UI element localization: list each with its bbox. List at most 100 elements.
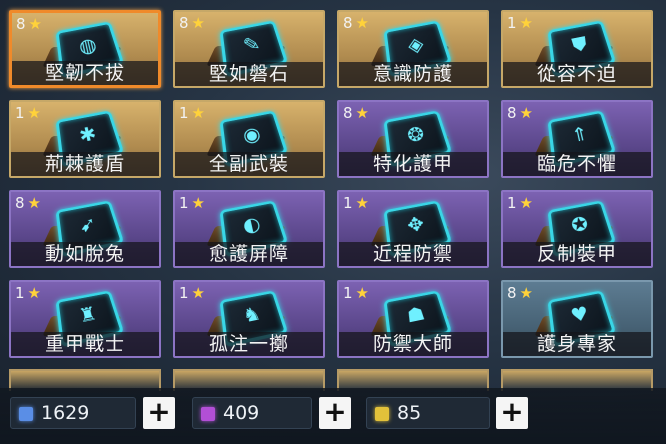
level-stars: 8 ★ <box>179 14 205 32</box>
mod-symbol-icon: ◐ <box>240 211 263 238</box>
mod-card[interactable]: ♥ 8 ★ 護身專家 <box>501 280 653 358</box>
mod-name-label: 荊棘護盾 <box>11 152 159 176</box>
mod-name-label: 堅韌不拔 <box>12 61 158 85</box>
add-purple-button[interactable]: + <box>319 397 351 429</box>
mod-symbol-icon: ⛊ <box>570 32 590 58</box>
star-icon: ★ <box>519 284 533 302</box>
mod-symbol-icon: ➹ <box>77 212 99 238</box>
mod-name-label: 臨危不懼 <box>503 152 651 176</box>
mod-symbol-icon: ◈ <box>405 32 426 58</box>
level-number: 1 <box>507 194 517 212</box>
mod-symbol-icon: ⇑ <box>569 122 591 148</box>
star-icon: ★ <box>27 284 41 302</box>
add-gold-button[interactable]: + <box>496 397 528 429</box>
mod-name-label: 意識防護 <box>339 62 487 86</box>
level-number: 8 <box>343 104 353 122</box>
level-number: 8 <box>507 104 517 122</box>
mod-name-label: 動如脫兔 <box>11 242 159 266</box>
mod-name-label: 護身專家 <box>503 332 651 356</box>
resource-gold-count: 85 <box>397 402 422 424</box>
level-number: 1 <box>179 194 189 212</box>
star-icon: ★ <box>191 194 205 212</box>
mod-card[interactable]: ✪ 1 ★ 反制裝甲 <box>501 190 653 268</box>
level-stars: 8 ★ <box>343 14 369 32</box>
mod-card[interactable]: ◈ 8 ★ 意識防護 <box>337 10 489 88</box>
mod-name-label: 堅如磐石 <box>175 62 323 86</box>
star-icon: ★ <box>355 14 369 32</box>
level-stars: 1 ★ <box>179 104 205 122</box>
level-number: 8 <box>16 15 26 33</box>
level-stars: 8 ★ <box>16 15 42 33</box>
level-stars: 1 ★ <box>343 284 369 302</box>
mod-name-label: 反制裝甲 <box>503 242 651 266</box>
level-stars: 1 ★ <box>179 284 205 302</box>
mod-symbol-icon: ✱ <box>77 122 99 148</box>
mod-symbol-icon: ✪ <box>569 212 591 238</box>
purple-chip-icon <box>201 407 215 421</box>
level-number: 8 <box>179 14 189 32</box>
mod-name-label: 愈護屏障 <box>175 242 323 266</box>
mod-card[interactable]: ◐ 1 ★ 愈護屏障 <box>173 190 325 268</box>
mod-card[interactable]: ➹ 8 ★ 動如脫兔 <box>9 190 161 268</box>
star-icon: ★ <box>355 284 369 302</box>
mod-symbol-icon: ☗ <box>404 301 428 328</box>
level-number: 1 <box>15 284 25 302</box>
star-icon: ★ <box>191 14 205 32</box>
star-icon: ★ <box>27 104 41 122</box>
star-icon: ★ <box>191 104 205 122</box>
level-stars: 8 ★ <box>15 194 41 212</box>
star-icon: ★ <box>355 104 369 122</box>
mod-card[interactable]: ⇑ 8 ★ 臨危不懼 <box>501 100 653 178</box>
mod-symbol-icon: ✎ <box>241 32 263 58</box>
mod-name-label: 全副武裝 <box>175 152 323 176</box>
star-icon: ★ <box>191 284 205 302</box>
mod-symbol-icon: ♜ <box>76 301 100 328</box>
level-number: 1 <box>15 104 25 122</box>
star-icon: ★ <box>519 104 533 122</box>
mod-card[interactable]: ⛊ 1 ★ 從容不迫 <box>501 10 653 88</box>
mod-symbol-icon: ❂ <box>405 122 427 148</box>
mod-card[interactable]: ♜ 1 ★ 重甲戰士 <box>9 280 161 358</box>
mod-name-label: 孤注一擲 <box>175 332 323 356</box>
level-stars: 1 ★ <box>507 14 533 32</box>
level-stars: 1 ★ <box>179 194 205 212</box>
add-blue-button[interactable]: + <box>143 397 175 429</box>
level-number: 8 <box>507 284 517 302</box>
star-icon: ★ <box>28 15 42 33</box>
mod-card[interactable]: ✱ 1 ★ 荊棘護盾 <box>9 100 161 178</box>
mod-card[interactable]: ♞ 1 ★ 孤注一擲 <box>173 280 325 358</box>
mod-card[interactable]: ☗ 1 ★ 防禦大師 <box>337 280 489 358</box>
mod-card[interactable]: ❂ 8 ★ 特化護甲 <box>337 100 489 178</box>
star-icon: ★ <box>519 194 533 212</box>
level-stars: 1 ★ <box>507 194 533 212</box>
mod-symbol-icon: ✥ <box>405 212 427 238</box>
blue-chip-icon <box>19 407 33 421</box>
mod-name-label: 特化護甲 <box>339 152 487 176</box>
mod-name-label: 重甲戰士 <box>11 332 159 356</box>
level-number: 1 <box>343 194 353 212</box>
mod-name-label: 近程防禦 <box>339 242 487 266</box>
mod-card[interactable]: ✎ 8 ★ 堅如磐石 <box>173 10 325 88</box>
mod-symbol-icon: ♞ <box>240 301 264 328</box>
mod-card[interactable]: ◍ 8 ★ 堅韌不拔 <box>9 10 161 88</box>
star-icon: ★ <box>519 14 533 32</box>
star-icon: ★ <box>355 194 369 212</box>
mod-name-label: 防禦大師 <box>339 332 487 356</box>
level-stars: 8 ★ <box>507 104 533 122</box>
resource-blue: 1629 <box>10 397 136 429</box>
mod-card[interactable]: ✥ 1 ★ 近程防禦 <box>337 190 489 268</box>
resource-purple-count: 409 <box>223 402 260 424</box>
resource-blue-count: 1629 <box>41 402 90 424</box>
level-stars: 1 ★ <box>15 104 41 122</box>
mod-symbol-icon: ◉ <box>240 121 263 148</box>
resource-purple: 409 <box>192 397 312 429</box>
mod-name-label: 從容不迫 <box>503 62 651 86</box>
mod-symbol-icon: ◍ <box>76 32 99 59</box>
resource-gold: 85 <box>366 397 490 429</box>
level-stars: 8 ★ <box>507 284 533 302</box>
level-number: 1 <box>343 284 353 302</box>
mod-card[interactable]: ◉ 1 ★ 全副武裝 <box>173 100 325 178</box>
level-number: 1 <box>507 14 517 32</box>
level-number: 8 <box>15 194 25 212</box>
gold-chip-icon <box>375 407 389 421</box>
